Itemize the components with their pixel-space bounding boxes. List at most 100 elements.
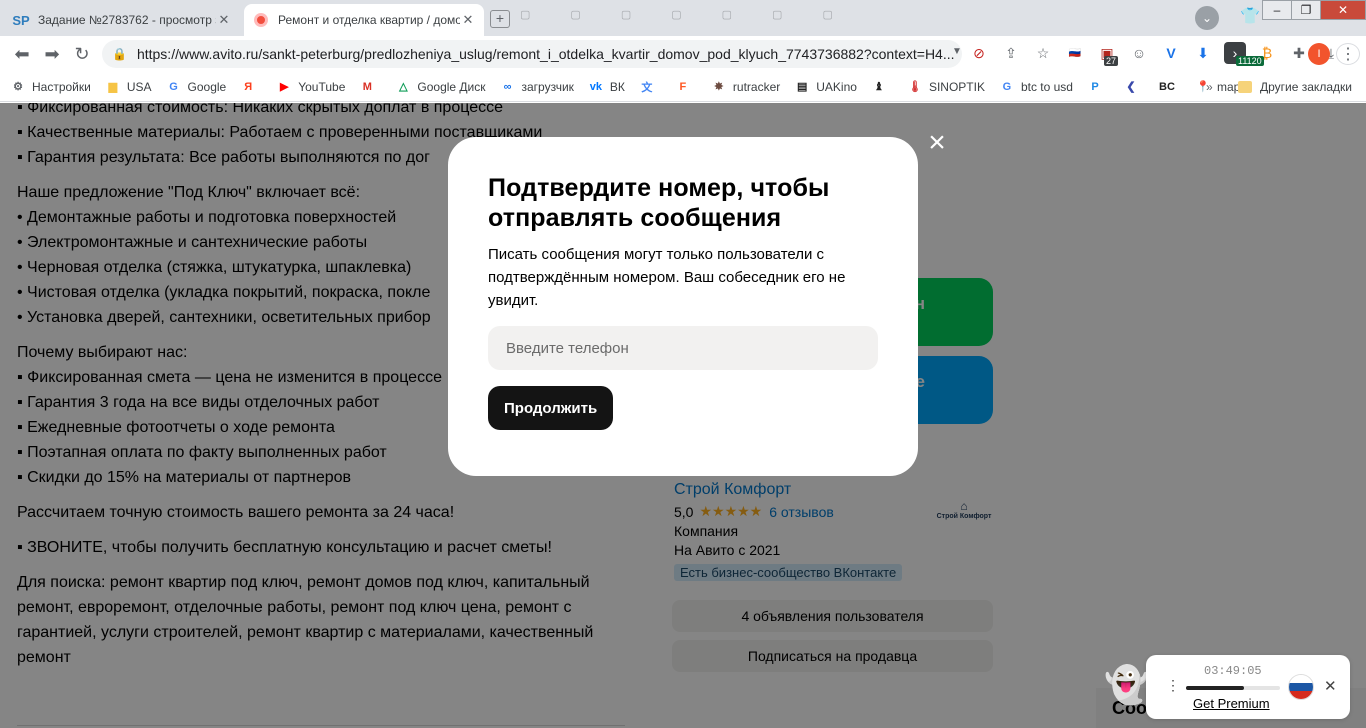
tab-task[interactable]: SP Задание №2783762 - просмотр з ✕	[4, 4, 240, 36]
youtube-icon: ▶	[280, 81, 289, 93]
ghost-tab[interactable]: ▢	[772, 8, 782, 21]
bookmark-star-icon[interactable]: ☆	[1032, 42, 1054, 64]
background-tabs: ▢ ▢ ▢ ▢ ▢ ▢ ▢	[520, 8, 833, 21]
modal-close-icon[interactable]: ×	[924, 128, 950, 158]
translate-icon: 文	[641, 81, 653, 94]
flag-ru-icon[interactable]: 🇷🇺	[1064, 42, 1086, 64]
vpn-close-icon[interactable]: ✕	[1324, 677, 1337, 695]
tab-title: Ремонт и отделка квартир / домо	[278, 13, 460, 27]
window-close-icon[interactable]: ✕	[1320, 0, 1366, 20]
bookmarks-bar: ⚙ Настройки ▆ USA G Google Я ▶ YouTube M △ Google Д…	[0, 72, 1366, 102]
ghost-mascot-icon[interactable]: 👻	[1104, 664, 1149, 706]
bookmark-f[interactable]: F	[675, 79, 697, 95]
download-helper-icon[interactable]: ⬇	[1192, 42, 1214, 64]
tab-close-icon[interactable]: ✕	[460, 12, 476, 28]
bookmark-label: YouTube	[298, 79, 346, 94]
bookmark-youtube[interactable]: ▶ YouTube	[276, 79, 345, 95]
blocked-icon[interactable]: ⊘	[968, 42, 990, 64]
profile-avatar[interactable]: I	[1308, 43, 1330, 65]
modal-title: Подтвердите номер, чтобы отправлять сооб…	[488, 174, 830, 232]
bookmark-label: Настройки	[32, 79, 91, 94]
bookmark-label: USA	[126, 79, 152, 94]
tab-strip: SP Задание №2783762 - просмотр з ✕ Ремон…	[0, 0, 1366, 36]
chess-icon: ♝	[874, 81, 884, 93]
flag-stripe	[1289, 683, 1313, 692]
bookmark-label: ВК	[609, 79, 625, 94]
bookmark-label: Google	[187, 79, 227, 94]
phone-confirm-modal: Подтвердите номер, чтобы отправлять сооб…	[448, 137, 918, 476]
vpn-timer: 03:49:05	[1204, 664, 1262, 678]
ghost-tab[interactable]: ▢	[722, 8, 732, 21]
forward-icon[interactable]: ➡	[40, 42, 64, 66]
bookmark-google[interactable]: G Google	[166, 79, 227, 95]
phone-input[interactable]	[488, 326, 878, 370]
reload-icon[interactable]: ↻	[70, 42, 94, 66]
vk-icon: vk	[589, 80, 603, 93]
bookmark-yandex[interactable]: Я	[240, 79, 262, 95]
lock-icon[interactable]: 🔒	[112, 47, 127, 61]
google-icon: G	[1002, 80, 1012, 93]
vpn-progress	[1186, 686, 1280, 690]
folder-icon	[1238, 81, 1252, 93]
maximize-icon[interactable]: ❐	[1291, 0, 1321, 20]
bookmark-label: Google Диск	[417, 79, 486, 94]
bookmark-chess[interactable]: ♝	[871, 79, 893, 95]
google-icon: G	[169, 80, 178, 93]
bookmark-rutracker[interactable]: ✸ rutracker	[711, 79, 780, 95]
bookmark-label: SINOPTIK	[928, 79, 985, 94]
flag-stripe	[1289, 675, 1313, 684]
other-bookmarks[interactable]: Другие закладки	[1238, 72, 1352, 102]
bc-icon: BC	[1159, 80, 1175, 93]
bookmark-настройки[interactable]: ⚙ Настройки	[10, 79, 91, 95]
address-dropdown-icon[interactable]: ▼	[952, 46, 962, 57]
vpn-widget: ⋮ 03:49:05 Get Premium ✕	[1146, 655, 1350, 719]
window-controls: – ❐ ✕	[1262, 0, 1366, 22]
bookmark-gmail[interactable]: M	[359, 79, 381, 95]
bookmark-google-диск[interactable]: △ Google Диск	[395, 79, 485, 95]
bookmark-label: btc to usd	[1020, 79, 1073, 94]
address-bar[interactable]: 🔒 https://www.avito.ru/sankt-peterburg/p…	[102, 40, 962, 68]
ghost-tab[interactable]: ▢	[671, 8, 681, 21]
new-tab-button[interactable]: +	[490, 10, 510, 28]
bookmark-translate[interactable]: 文	[639, 79, 661, 95]
get-premium-link[interactable]: Get Premium	[1193, 696, 1270, 711]
thermometer-icon: 🌡	[907, 81, 922, 93]
bookmark-uakino[interactable]: ▤ UAKino	[794, 79, 857, 95]
extension-v-icon[interactable]: V	[1160, 42, 1182, 64]
bookmark-arrow[interactable]: ❮	[1123, 79, 1145, 95]
tab-avito[interactable]: Ремонт и отделка квартир / домо ✕	[244, 4, 484, 36]
tab-search-icon[interactable]: ⌄	[1195, 6, 1219, 30]
shirt-icon[interactable]: 👕	[1240, 6, 1260, 26]
back-icon[interactable]: ⬅	[10, 42, 34, 66]
gear-icon: ⚙	[13, 81, 23, 93]
ghost-tab[interactable]: ▢	[570, 8, 580, 21]
tab-title: Задание №2783762 - просмотр з	[38, 13, 216, 27]
bookmark-btc-to-usd[interactable]: Gbtc to usd	[999, 79, 1073, 95]
russia-flag-icon[interactable]	[1288, 674, 1314, 700]
bookmark-label: UAKino	[816, 79, 857, 94]
ghost-tab[interactable]: ▢	[822, 8, 832, 21]
continue-button[interactable]: Продолжить	[488, 386, 614, 430]
browser-menu-icon[interactable]: ⋮	[1336, 43, 1360, 65]
minimize-icon[interactable]: –	[1262, 0, 1292, 20]
extensions-puzzle-icon[interactable]: ✚	[1288, 42, 1310, 64]
share-icon[interactable]: ⇪	[1000, 42, 1022, 64]
bookmark-загрузчик[interactable]: ∞ загрузчик	[500, 79, 574, 95]
vpn-menu-icon[interactable]: ⋮	[1166, 677, 1180, 694]
bookmark-p[interactable]: P	[1087, 79, 1109, 95]
other-bookmarks-label: Другие закладки	[1260, 80, 1352, 94]
tab-close-icon[interactable]: ✕	[216, 12, 232, 28]
extension-face-icon[interactable]: ☺	[1128, 42, 1150, 64]
f-icon: F	[679, 80, 687, 93]
extension-badge: 27	[1104, 56, 1119, 66]
bookmarks-overflow-icon[interactable]: »	[1206, 80, 1213, 94]
loader-icon: ∞	[503, 80, 512, 93]
bookmark-вк[interactable]: vk ВК	[588, 79, 625, 95]
ghost-tab[interactable]: ▢	[621, 8, 631, 21]
arrow-icon: ❮	[1126, 81, 1136, 93]
bookmark-sinoptik[interactable]: 🌡 SINOPTIK	[907, 79, 985, 95]
ghost-tab[interactable]: ▢	[520, 8, 530, 21]
bookmark-usa[interactable]: ▆ USA	[105, 79, 152, 95]
bookmark-bc[interactable]: BC	[1159, 79, 1181, 95]
bookmark-label: rutracker	[732, 79, 781, 94]
